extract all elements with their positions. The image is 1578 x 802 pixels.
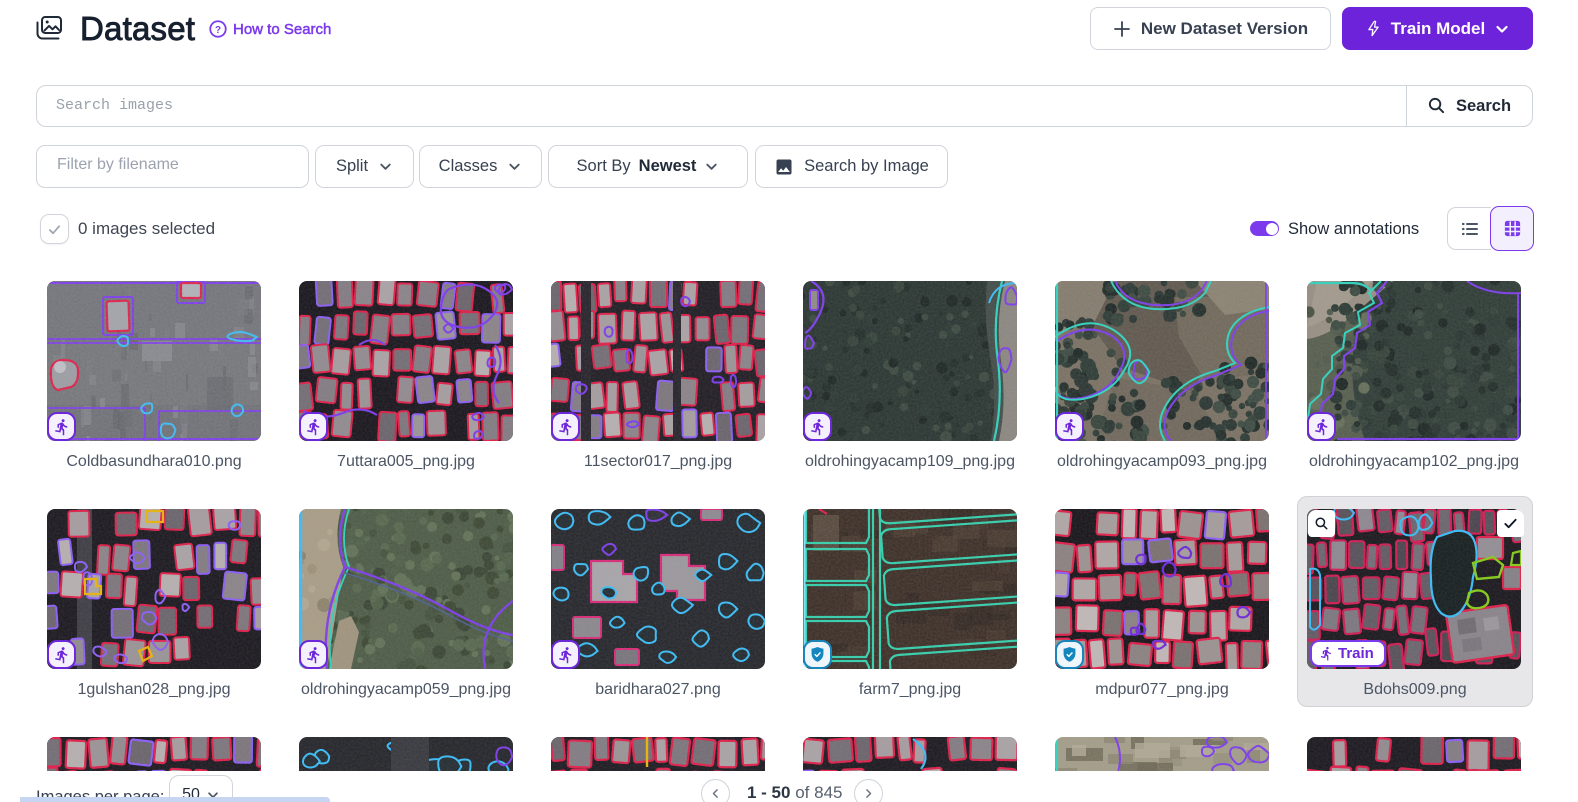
svg-text:?: ?	[215, 25, 221, 36]
